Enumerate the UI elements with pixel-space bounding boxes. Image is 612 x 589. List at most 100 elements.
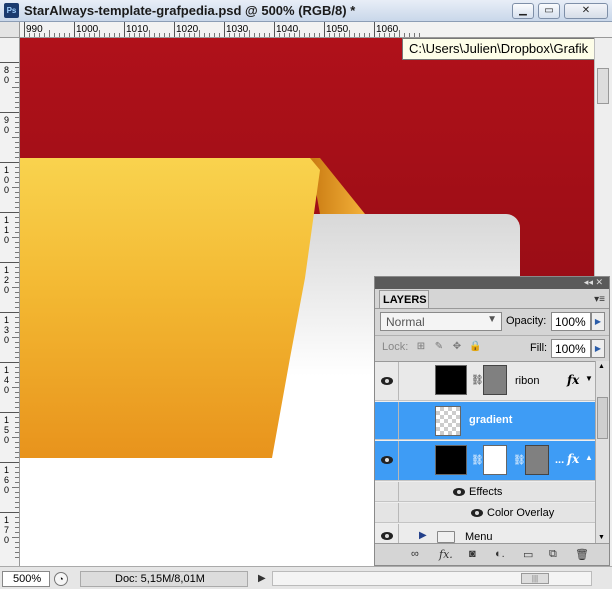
ruler-minor-tick	[329, 33, 330, 37]
lock-image-icon[interactable]: ✎	[433, 341, 445, 353]
ruler-minor-tick	[15, 527, 19, 528]
fill-slider-button[interactable]: ▶	[591, 339, 605, 358]
ruler-minor-tick	[119, 33, 120, 37]
path-tooltip: C:\Users\Julien\Dropbox\Grafik	[402, 38, 612, 60]
ruler-label: 1 3 0	[4, 315, 10, 345]
ruler-minor-tick	[15, 367, 19, 368]
folder-icon	[437, 531, 455, 543]
ruler-minor-tick	[354, 33, 355, 37]
blend-mode-select[interactable]: Normal ▼	[380, 312, 502, 331]
fx-icon[interactable]: fx	[567, 452, 579, 466]
eye-icon	[381, 377, 393, 385]
ruler-minor-tick	[15, 207, 19, 208]
ruler-minor-tick	[15, 372, 19, 373]
ruler-minor-tick	[89, 33, 90, 37]
ruler-minor-tick	[79, 33, 80, 37]
fx-icon[interactable]: fx	[567, 373, 579, 387]
minimize-button[interactable]: ▁	[512, 3, 534, 19]
link-chain-icon: ⛓	[513, 455, 526, 466]
ruler-minor-tick	[204, 33, 205, 37]
visibility-toggle[interactable]	[375, 524, 399, 543]
layer-name[interactable]: ...	[555, 454, 564, 466]
ruler-minor-tick	[15, 157, 19, 158]
fill-input[interactable]: 100%	[551, 339, 591, 358]
ruler-top: 990 1000 1010 1020 1030 1040 1050 1060	[20, 22, 612, 38]
layer-row-gradient[interactable]: gradient	[375, 402, 595, 440]
vertical-scroll-thumb[interactable]	[597, 68, 609, 104]
ruler-minor-tick	[15, 77, 19, 78]
ruler-minor-tick	[84, 33, 85, 37]
eye-icon[interactable]	[471, 509, 483, 517]
eye-icon	[381, 456, 393, 464]
ruler-minor-tick	[254, 33, 255, 37]
layer-name[interactable]: gradient	[469, 414, 512, 426]
lock-all-icon[interactable]: 🔒	[469, 341, 481, 353]
add-mask-icon[interactable]: ◙	[469, 548, 476, 560]
trash-icon[interactable]: 🗑	[575, 548, 589, 561]
layer-mask-thumbnail	[483, 445, 507, 475]
status-menu-arrow-icon[interactable]: ▶	[258, 573, 266, 584]
scroll-up-icon[interactable]: ▲	[598, 363, 605, 370]
collapse-arrow-icon[interactable]: ▲	[585, 453, 593, 462]
ruler-minor-tick	[99, 30, 100, 37]
ruler-tick	[224, 22, 225, 37]
ruler-minor-tick	[15, 407, 19, 408]
ruler-minor-tick	[384, 33, 385, 37]
ruler-minor-tick	[15, 242, 19, 243]
layers-scrollbar[interactable]: ▲ ▼	[595, 361, 609, 543]
zoom-input[interactable]: 500%	[2, 571, 50, 587]
ruler-minor-tick	[304, 33, 305, 37]
close-button[interactable]: ✕	[564, 3, 608, 19]
layers-scroll-thumb[interactable]	[597, 397, 608, 439]
ruler-minor-tick	[15, 327, 19, 328]
eye-icon[interactable]	[453, 488, 465, 496]
new-group-icon[interactable]: ▭	[523, 548, 533, 561]
adjustment-layer-icon[interactable]: ◐.	[495, 548, 505, 560]
layers-list: ⛓ ribon fx ▼ gradient ⛓ ⛓ ... fx ▲ Effec…	[375, 361, 595, 543]
expand-arrow-icon[interactable]: ▼	[585, 374, 593, 383]
ruler-minor-tick	[264, 33, 265, 37]
ruler-tick	[0, 462, 19, 463]
ruler-minor-tick	[15, 182, 19, 183]
ruler-minor-tick	[44, 33, 45, 37]
scroll-down-icon[interactable]: ▼	[598, 534, 605, 541]
layer-row-shape[interactable]: ⛓ ⛓ ... fx ▲	[375, 441, 595, 481]
ruler-minor-tick	[229, 33, 230, 37]
ruler-minor-tick	[15, 102, 19, 103]
visibility-toggle[interactable]	[375, 402, 399, 439]
add-style-icon[interactable]: fx.	[439, 548, 453, 561]
visibility-toggle[interactable]	[375, 362, 399, 400]
ruler-minor-tick	[314, 33, 315, 37]
lock-position-icon[interactable]: ✥	[451, 341, 463, 353]
ruler-tick	[0, 412, 19, 413]
color-overlay-row[interactable]: Color Overlay	[375, 503, 595, 523]
layer-row-menu[interactable]: ▶ Menu	[375, 524, 595, 543]
status-bar: 500% ◔ Doc: 5,15M/8,01M ▶ |||	[0, 566, 612, 589]
restore-button[interactable]: ▭	[538, 3, 560, 19]
visibility-toggle[interactable]	[375, 441, 399, 480]
opacity-input[interactable]: 100%	[551, 312, 591, 331]
layer-row-ribon[interactable]: ⛓ ribon fx ▼	[375, 362, 595, 401]
ruler-label: 8 0	[4, 65, 10, 85]
ruler-minor-tick	[12, 487, 19, 488]
lock-transparent-icon[interactable]: ⊞	[415, 341, 427, 353]
ruler-label: 1 4 0	[4, 365, 10, 395]
ruler-minor-tick	[15, 197, 19, 198]
panel-collapse-icon[interactable]: ◂◂ ✕	[584, 277, 603, 288]
opacity-slider-button[interactable]: ▶	[591, 312, 605, 331]
ruler-minor-tick	[15, 432, 19, 433]
layer-name[interactable]: ribon	[515, 375, 539, 387]
layer-name[interactable]: Menu	[465, 531, 493, 543]
panel-menu-icon[interactable]: ▾≡	[594, 294, 605, 305]
expand-arrow-icon[interactable]: ▶	[419, 530, 427, 541]
navigator-icon[interactable]: ◔	[54, 572, 68, 586]
effects-row[interactable]: Effects	[375, 482, 595, 502]
horizontal-scroll-thumb[interactable]: |||	[521, 573, 549, 584]
new-layer-icon[interactable]: ⧉	[549, 548, 557, 561]
ruler-minor-tick	[199, 30, 200, 37]
ruler-tick	[24, 22, 25, 37]
link-layers-icon[interactable]: ∞	[411, 548, 419, 560]
ruler-minor-tick	[15, 232, 19, 233]
tab-layers[interactable]: LAYERS	[379, 290, 429, 308]
horizontal-scrollbar[interactable]: |||	[272, 571, 592, 586]
